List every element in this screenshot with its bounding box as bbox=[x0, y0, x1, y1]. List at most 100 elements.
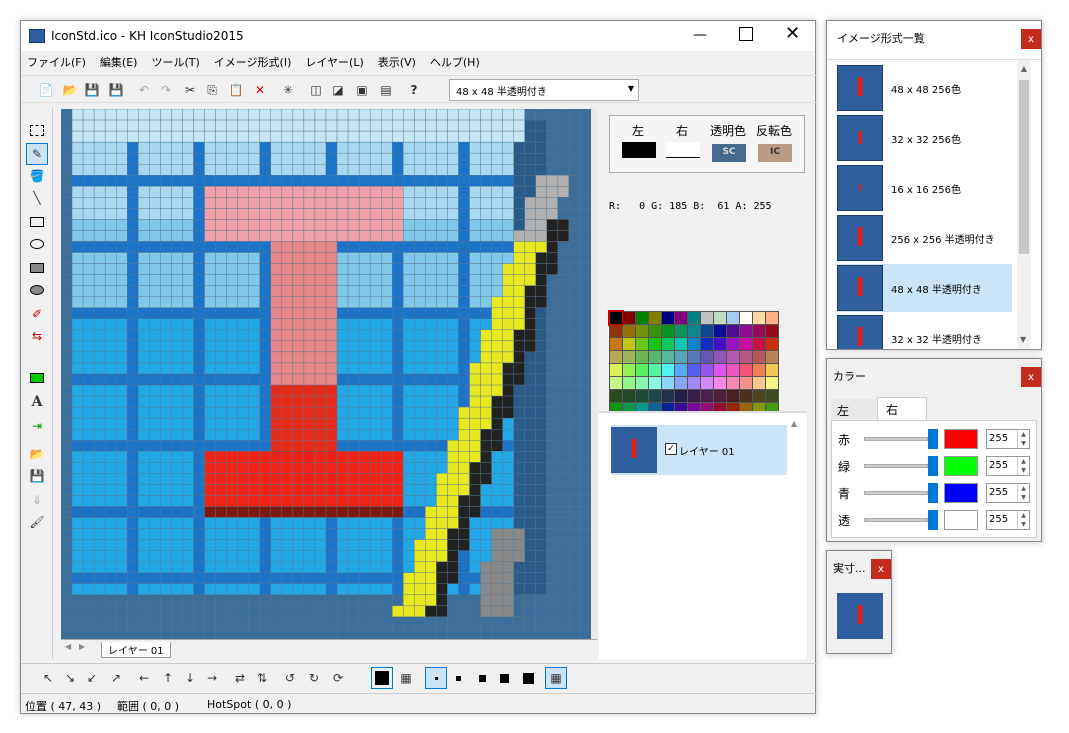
palette-swatch[interactable] bbox=[649, 325, 661, 337]
copy-icon[interactable]: ⎘ bbox=[201, 79, 223, 101]
grid-toggle-icon[interactable]: ▦ bbox=[545, 667, 567, 689]
format-window-close-button[interactable]: x bbox=[1021, 29, 1041, 49]
palette-swatch[interactable] bbox=[636, 364, 648, 376]
green-rect-icon[interactable] bbox=[26, 367, 48, 389]
palette-swatch[interactable] bbox=[675, 390, 687, 402]
move-sw-icon[interactable]: ↙ bbox=[81, 667, 103, 689]
palette-swatch[interactable] bbox=[623, 390, 635, 402]
color-channel-slider[interactable] bbox=[864, 437, 928, 441]
palette-swatch[interactable] bbox=[753, 338, 765, 350]
palette-swatch[interactable] bbox=[623, 351, 635, 363]
filled-ellipse-tool-icon[interactable] bbox=[26, 279, 48, 301]
icon-pixel-grid[interactable] bbox=[61, 109, 591, 639]
palette-swatch[interactable] bbox=[662, 377, 674, 389]
canvas-vscroll[interactable] bbox=[591, 109, 597, 639]
layer-tab[interactable]: レイヤー 01 bbox=[101, 642, 171, 658]
palette-swatch[interactable] bbox=[766, 390, 778, 402]
import-icon[interactable]: ⇥ bbox=[26, 415, 48, 437]
palette-swatch[interactable] bbox=[701, 364, 713, 376]
download-icon[interactable]: ⇓ bbox=[26, 489, 48, 511]
palette-swatch[interactable] bbox=[610, 325, 622, 337]
palette-swatch[interactable] bbox=[740, 351, 752, 363]
close-button[interactable]: ✕ bbox=[785, 23, 800, 44]
palette-swatch[interactable] bbox=[610, 351, 622, 363]
move-right-icon[interactable]: → bbox=[201, 667, 223, 689]
eyedropper-tool-icon[interactable]: ✐ bbox=[26, 303, 48, 325]
palette-swatch[interactable] bbox=[701, 351, 713, 363]
palette-swatch[interactable] bbox=[649, 351, 661, 363]
menu-view[interactable]: 表示(V) bbox=[378, 54, 416, 72]
palette-swatch[interactable] bbox=[623, 377, 635, 389]
palette-swatch[interactable] bbox=[740, 390, 752, 402]
scroll-down-icon[interactable]: ▼ bbox=[1020, 335, 1026, 344]
save-all-icon[interactable]: 💾 bbox=[105, 79, 127, 101]
pen-size-2-icon[interactable] bbox=[447, 667, 469, 689]
slider-thumb[interactable] bbox=[928, 483, 938, 503]
move-se-icon[interactable]: ↘ bbox=[59, 667, 81, 689]
palette-swatch[interactable] bbox=[688, 377, 700, 389]
menu-edit[interactable]: 編集(E) bbox=[100, 54, 138, 72]
palette-swatch[interactable] bbox=[753, 364, 765, 376]
palette-swatch[interactable] bbox=[727, 338, 739, 350]
left-color-swatch[interactable] bbox=[622, 142, 656, 158]
menu-file[interactable]: ファイル(F) bbox=[27, 54, 86, 72]
tab-right[interactable]: 右 bbox=[877, 397, 927, 421]
palette-swatch[interactable] bbox=[610, 377, 622, 389]
palette-swatch[interactable] bbox=[714, 325, 726, 337]
tab-left[interactable]: 左 bbox=[831, 399, 877, 419]
color-channel-slider[interactable] bbox=[864, 518, 928, 522]
palette-swatch[interactable] bbox=[714, 338, 726, 350]
scroll-up-icon[interactable]: ▲ bbox=[1017, 64, 1031, 73]
palette-swatch[interactable] bbox=[740, 338, 752, 350]
palette-swatch[interactable] bbox=[675, 325, 687, 337]
palette-swatch[interactable] bbox=[701, 338, 713, 350]
palette-swatch[interactable] bbox=[740, 364, 752, 376]
color-channel-spin[interactable]: 255 ▲ ▼ bbox=[986, 510, 1030, 530]
palette-swatch[interactable] bbox=[753, 312, 765, 324]
palette-swatch[interactable] bbox=[688, 364, 700, 376]
save-image-icon[interactable]: 💾 bbox=[26, 465, 48, 487]
format-item[interactable]: I 32 x 32 半透明付き bbox=[837, 314, 1012, 349]
palette-swatch[interactable] bbox=[727, 351, 739, 363]
layer-visible-checkbox[interactable]: ✓ bbox=[665, 443, 677, 455]
palette-swatch[interactable] bbox=[623, 312, 635, 324]
palette-swatch[interactable] bbox=[623, 364, 635, 376]
image-op2-icon[interactable]: ◪ bbox=[327, 79, 349, 101]
move-up-icon[interactable]: ↑ bbox=[157, 667, 179, 689]
rect-tool-icon[interactable] bbox=[26, 211, 48, 233]
ellipse-tool-icon[interactable] bbox=[26, 233, 48, 255]
palette-swatch[interactable] bbox=[688, 312, 700, 324]
palette-swatch[interactable] bbox=[675, 377, 687, 389]
help-icon[interactable]: ? bbox=[403, 79, 425, 101]
pen-size-1-icon[interactable] bbox=[425, 667, 447, 689]
undo-icon[interactable]: ↶ bbox=[133, 79, 155, 101]
line-tool-icon[interactable]: ╲ bbox=[26, 187, 48, 209]
palette-swatch[interactable] bbox=[766, 364, 778, 376]
palette-swatch[interactable] bbox=[688, 325, 700, 337]
format-item[interactable]: I 48 x 48 256色 bbox=[837, 64, 1012, 112]
palette-swatch[interactable] bbox=[649, 312, 661, 324]
color-channel-spin[interactable]: 255 ▲ ▼ bbox=[986, 483, 1030, 503]
palette-swatch[interactable] bbox=[662, 364, 674, 376]
palette-swatch[interactable] bbox=[701, 377, 713, 389]
pencil-tool-icon[interactable]: ✎ bbox=[26, 143, 48, 165]
palette-swatch[interactable] bbox=[740, 377, 752, 389]
minimize-button[interactable]: — bbox=[693, 27, 713, 43]
pen-size-3-icon[interactable] bbox=[471, 667, 493, 689]
palette-swatch[interactable] bbox=[662, 338, 674, 350]
image-op-icon[interactable]: ◫ bbox=[305, 79, 327, 101]
flip-v-icon[interactable]: ⇅ bbox=[251, 667, 273, 689]
layer-scroll-up-icon[interactable]: ▲ bbox=[791, 419, 797, 428]
palette-swatch[interactable] bbox=[623, 338, 635, 350]
palette-swatch[interactable] bbox=[701, 390, 713, 402]
slider-thumb[interactable] bbox=[928, 429, 938, 449]
palette-swatch[interactable] bbox=[649, 364, 661, 376]
format-item[interactable]: I 32 x 32 256色 bbox=[837, 114, 1012, 162]
palette-swatch[interactable] bbox=[636, 312, 648, 324]
solid-bg-icon[interactable] bbox=[371, 667, 393, 689]
palette-swatch[interactable] bbox=[740, 312, 752, 324]
select-all-icon[interactable]: ✳ bbox=[277, 79, 299, 101]
menu-help[interactable]: ヘルプ(H) bbox=[430, 54, 480, 72]
palette-swatch[interactable] bbox=[636, 351, 648, 363]
transparent-swatch[interactable]: SC bbox=[712, 144, 746, 162]
